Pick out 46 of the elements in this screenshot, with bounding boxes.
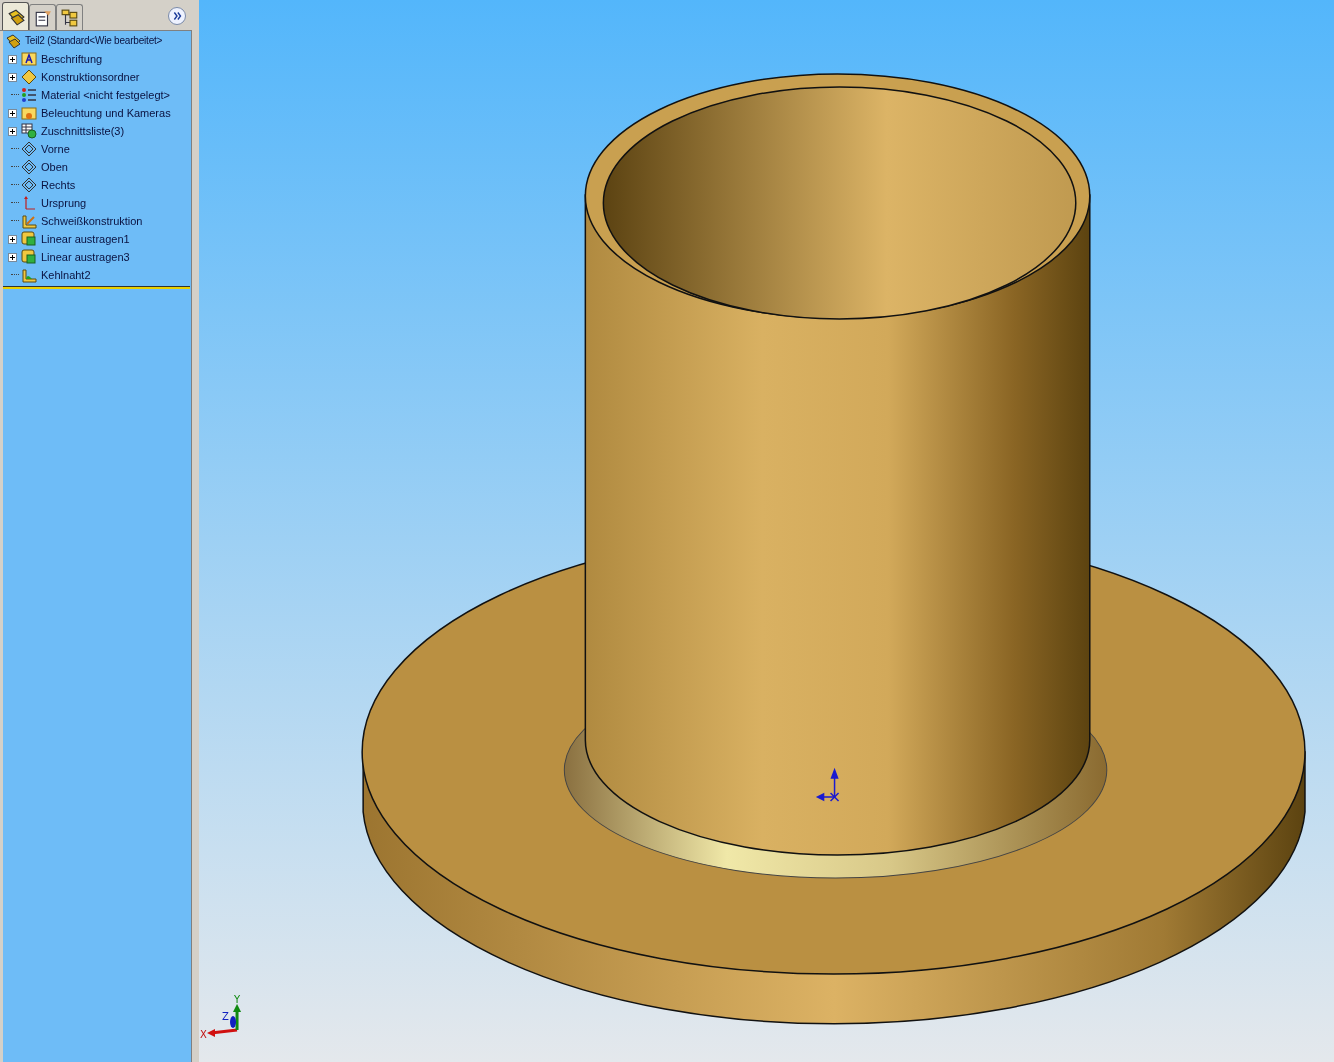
panel-tab[interactable]	[2, 2, 29, 30]
hierarchy-icon	[60, 8, 79, 27]
tree-item[interactable]: Rechts	[41, 178, 76, 192]
part-icon	[5, 33, 21, 49]
tree-item[interactable]: Linear austragen1	[41, 232, 130, 246]
parts-icon	[6, 7, 25, 26]
tree-item[interactable]: Beleuchtung und Kameras	[41, 106, 171, 120]
y-axis-label: Y	[234, 994, 241, 1005]
clipboard-icon	[33, 8, 52, 27]
diamond-icon	[21, 69, 37, 85]
plane-icon	[21, 141, 37, 157]
panel-tab[interactable]	[29, 4, 56, 30]
expand-icon[interactable]	[7, 252, 17, 262]
z-axis-label: Z	[222, 1011, 229, 1022]
tree-item[interactable]: Konstruktionsordner	[41, 70, 140, 84]
panel-tab[interactable]	[56, 4, 83, 30]
rollback-bar[interactable]	[3, 286, 190, 289]
expand-icon[interactable]	[7, 234, 17, 244]
plane-icon	[21, 177, 37, 193]
tree-item[interactable]: Zuschnittsliste(3)	[41, 124, 125, 138]
tree-item[interactable]: Oben	[41, 160, 68, 174]
x-axis-label: X	[200, 1029, 207, 1040]
annotation-icon	[21, 51, 37, 67]
extrude-icon	[21, 231, 37, 247]
weld-icon	[21, 267, 37, 283]
expand-panel-button[interactable]	[168, 7, 186, 25]
tree-root-item[interactable]: Teil2 (Standard<Wie bearbeitet>	[25, 34, 163, 48]
axis-triad-icon	[207, 1004, 242, 1037]
tree-item[interactable]: Beschriftung	[41, 52, 103, 66]
expand-icon[interactable]	[7, 72, 17, 82]
extrude-icon	[21, 249, 37, 265]
plane-icon	[21, 159, 37, 175]
expand-icon[interactable]	[7, 54, 17, 64]
axes-icon	[21, 195, 37, 211]
table-icon	[21, 123, 37, 139]
tree-item[interactable]: Kehlnaht2	[41, 268, 91, 282]
expand-icon[interactable]	[7, 108, 17, 118]
weld-icon	[21, 213, 37, 229]
expand-icon[interactable]	[7, 126, 17, 136]
list-icon	[21, 87, 37, 103]
tree-item[interactable]: Ursprung	[41, 196, 87, 210]
origin-icon	[815, 767, 840, 802]
tree-item[interactable]: Schweißkonstruktion	[41, 214, 143, 228]
tree-item[interactable]: Material <nicht festgelegt>	[41, 88, 171, 102]
tree-item[interactable]: Vorne	[41, 142, 70, 156]
tree-item[interactable]: Linear austragen3	[41, 250, 130, 264]
